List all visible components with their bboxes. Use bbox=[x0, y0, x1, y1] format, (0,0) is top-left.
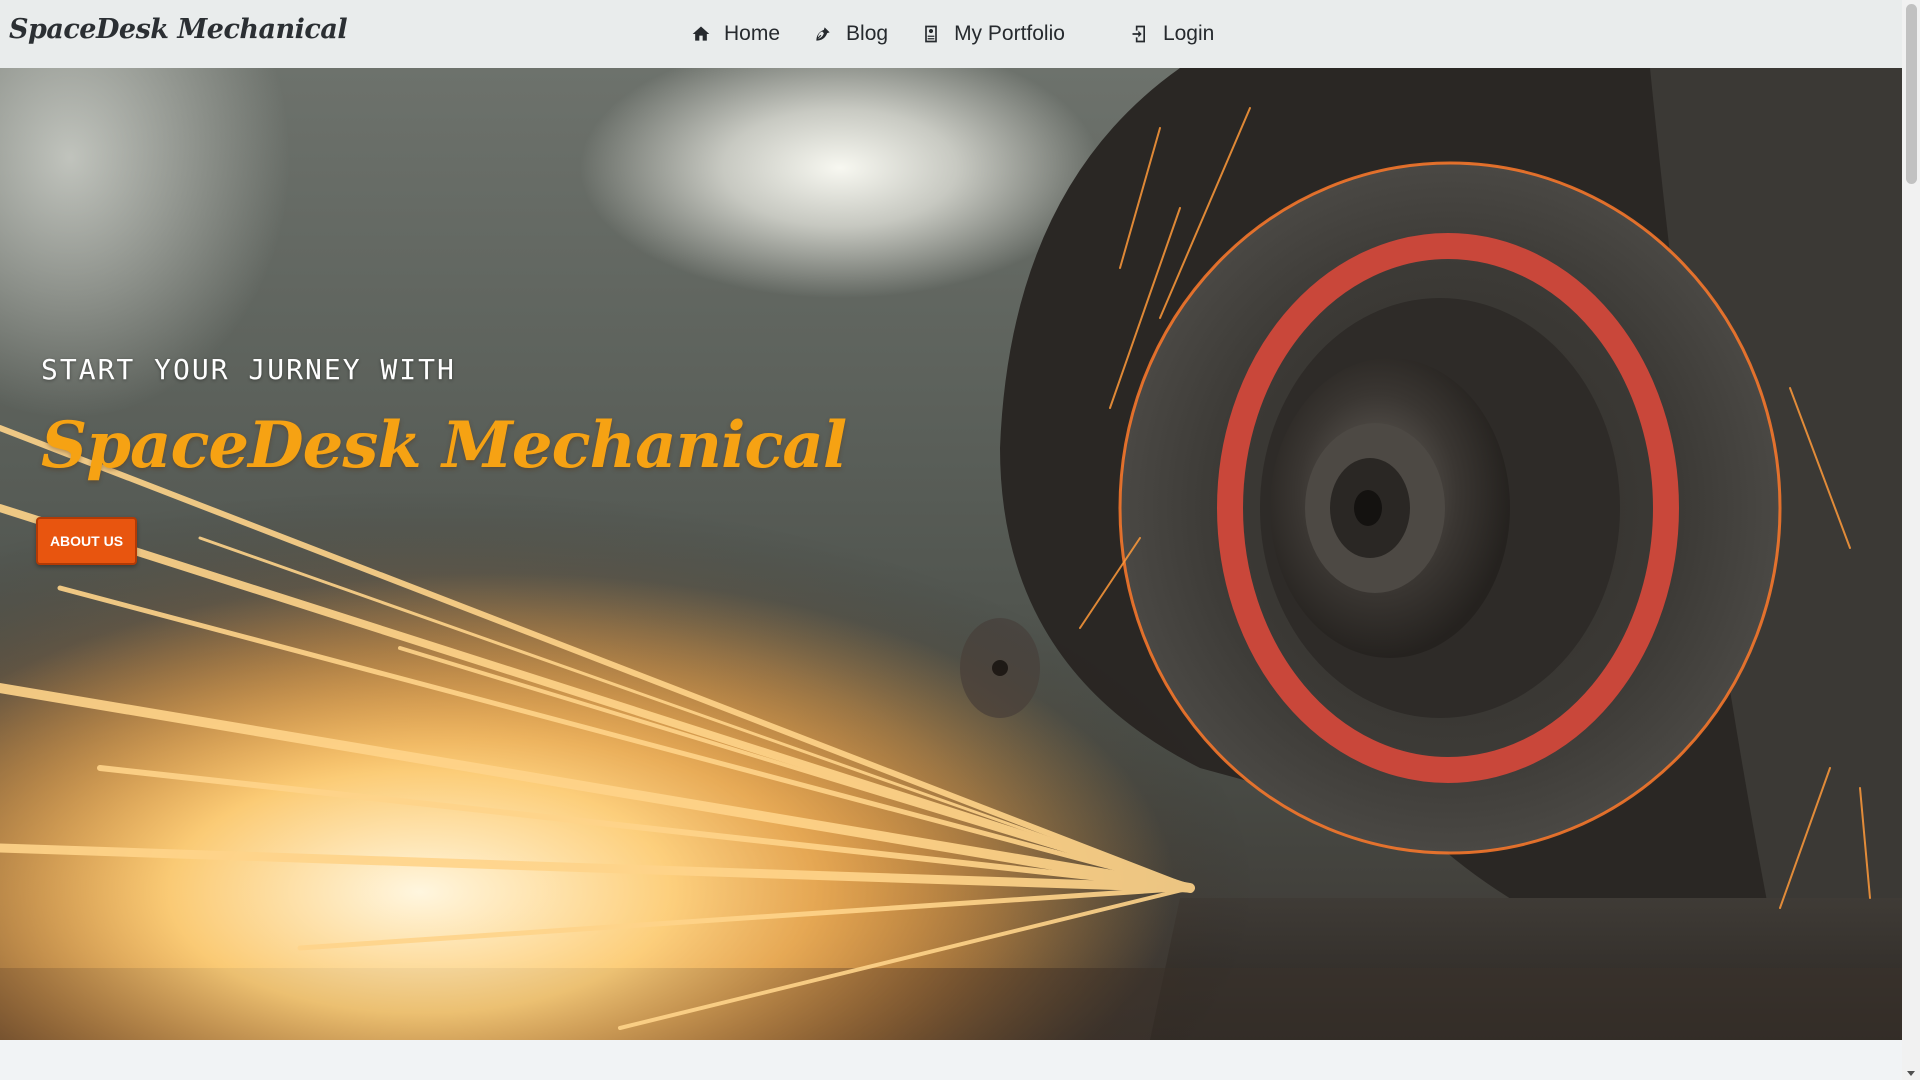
hero-background-image bbox=[0, 68, 1902, 1040]
brand-logo[interactable]: SpaceDesk Mechanical bbox=[9, 14, 348, 45]
portfolio-icon bbox=[920, 23, 942, 45]
hero-text-block: START YOUR JURNEY WITH SpaceDesk Mechani… bbox=[41, 353, 847, 483]
nav-link-login[interactable]: Login bbox=[1129, 22, 1214, 46]
hero-title: SpaceDesk Mechanical bbox=[41, 408, 847, 483]
home-icon bbox=[690, 23, 712, 45]
hero-section: START YOUR JURNEY WITH SpaceDesk Mechani… bbox=[0, 68, 1902, 1040]
about-us-button[interactable]: ABOUT US bbox=[36, 517, 137, 565]
nav-link-blog-label: Blog bbox=[846, 22, 889, 45]
nav-link-home[interactable]: Home bbox=[690, 22, 780, 46]
hero-kicker: START YOUR JURNEY WITH bbox=[41, 353, 456, 386]
scrollbar-thumb[interactable] bbox=[1906, 4, 1917, 184]
nav-link-portfolio-label: My Portfolio bbox=[954, 22, 1065, 45]
nav-link-login-label: Login bbox=[1162, 22, 1215, 45]
nav-menu: Home Blog My Portfolio Login bbox=[690, 0, 1246, 68]
login-icon bbox=[1129, 23, 1151, 45]
navbar: SpaceDesk Mechanical Home Blog My Portfo… bbox=[0, 0, 1902, 68]
blog-icon bbox=[812, 23, 834, 45]
nav-link-portfolio[interactable]: My Portfolio bbox=[920, 22, 1065, 46]
page-scrollbar[interactable] bbox=[1902, 0, 1920, 1080]
nav-link-home-label: Home bbox=[724, 22, 781, 45]
scroll-down-arrow-icon[interactable] bbox=[1907, 1071, 1915, 1076]
nav-link-blog[interactable]: Blog bbox=[812, 22, 888, 46]
